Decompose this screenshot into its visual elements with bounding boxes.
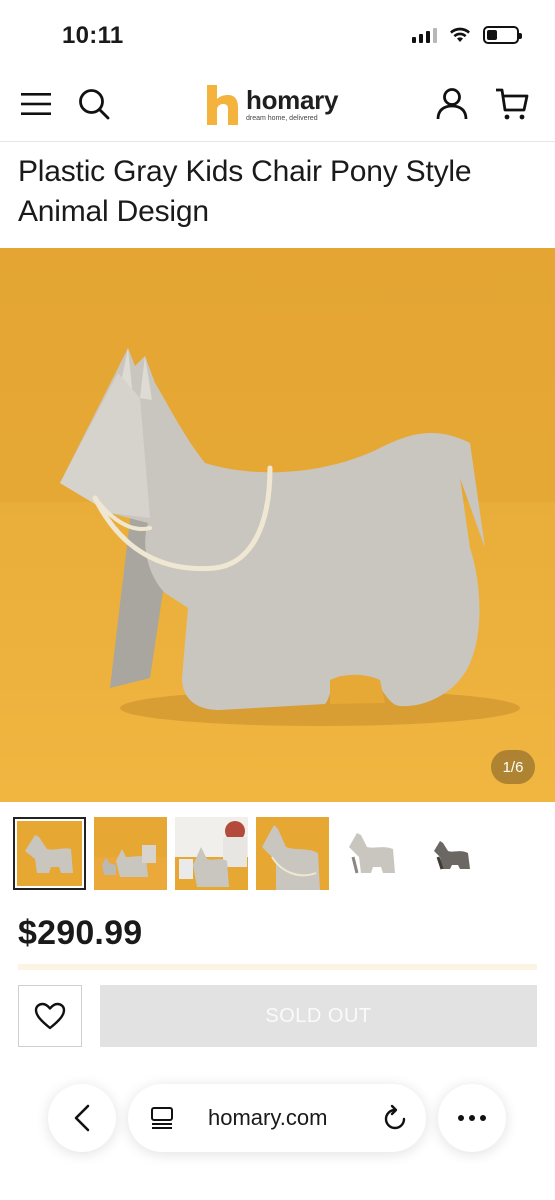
browser-toolbar: homary.com — [0, 1070, 555, 1170]
menu-icon[interactable] — [16, 84, 56, 124]
logo-name: homary — [246, 85, 339, 115]
status-bar: 10:11 — [0, 0, 555, 70]
site-header: homary dream home, delivered — [0, 70, 555, 142]
signal-icon — [412, 27, 437, 43]
thumbnail-4[interactable] — [256, 817, 329, 890]
status-icons — [412, 26, 522, 44]
thumbnail-strip — [13, 817, 543, 893]
back-button[interactable] — [48, 1084, 116, 1152]
logo-mark-icon — [207, 85, 238, 125]
address-bar[interactable]: homary.com — [128, 1084, 426, 1152]
battery-icon — [483, 26, 522, 44]
logo-tagline: dream home, delivered — [246, 115, 318, 122]
pony-chair-image — [60, 348, 520, 726]
reader-mode-icon — [151, 1107, 173, 1129]
notice-strip — [18, 964, 537, 970]
search-icon[interactable] — [74, 84, 114, 124]
url-text: homary.com — [208, 1105, 328, 1130]
thumbnail-1[interactable] — [13, 817, 86, 890]
reload-icon[interactable] — [382, 1104, 408, 1132]
more-options-button[interactable] — [438, 1084, 506, 1152]
thumbnail-5[interactable] — [337, 817, 410, 890]
sold-out-button[interactable]: SOLD OUT — [100, 985, 537, 1047]
thumbnail-2[interactable] — [94, 817, 167, 890]
account-icon[interactable] — [432, 84, 472, 124]
wishlist-button[interactable] — [18, 985, 82, 1047]
thumbnail-6[interactable] — [418, 817, 491, 890]
heart-icon — [34, 1002, 66, 1030]
thumbnail-3[interactable] — [175, 817, 248, 890]
product-price: $290.99 — [18, 914, 143, 952]
ellipsis-icon — [458, 1115, 486, 1121]
chevron-left-icon — [74, 1104, 90, 1132]
product-image[interactable]: 1/6 — [0, 248, 555, 802]
status-time: 10:11 — [62, 22, 124, 49]
image-counter: 1/6 — [491, 750, 535, 784]
cart-icon[interactable] — [492, 84, 532, 124]
product-title: Plastic Gray Kids Chair Pony Style Anima… — [18, 155, 472, 228]
wifi-icon — [449, 27, 471, 43]
homary-logo[interactable]: homary dream home, delivered — [204, 82, 338, 128]
